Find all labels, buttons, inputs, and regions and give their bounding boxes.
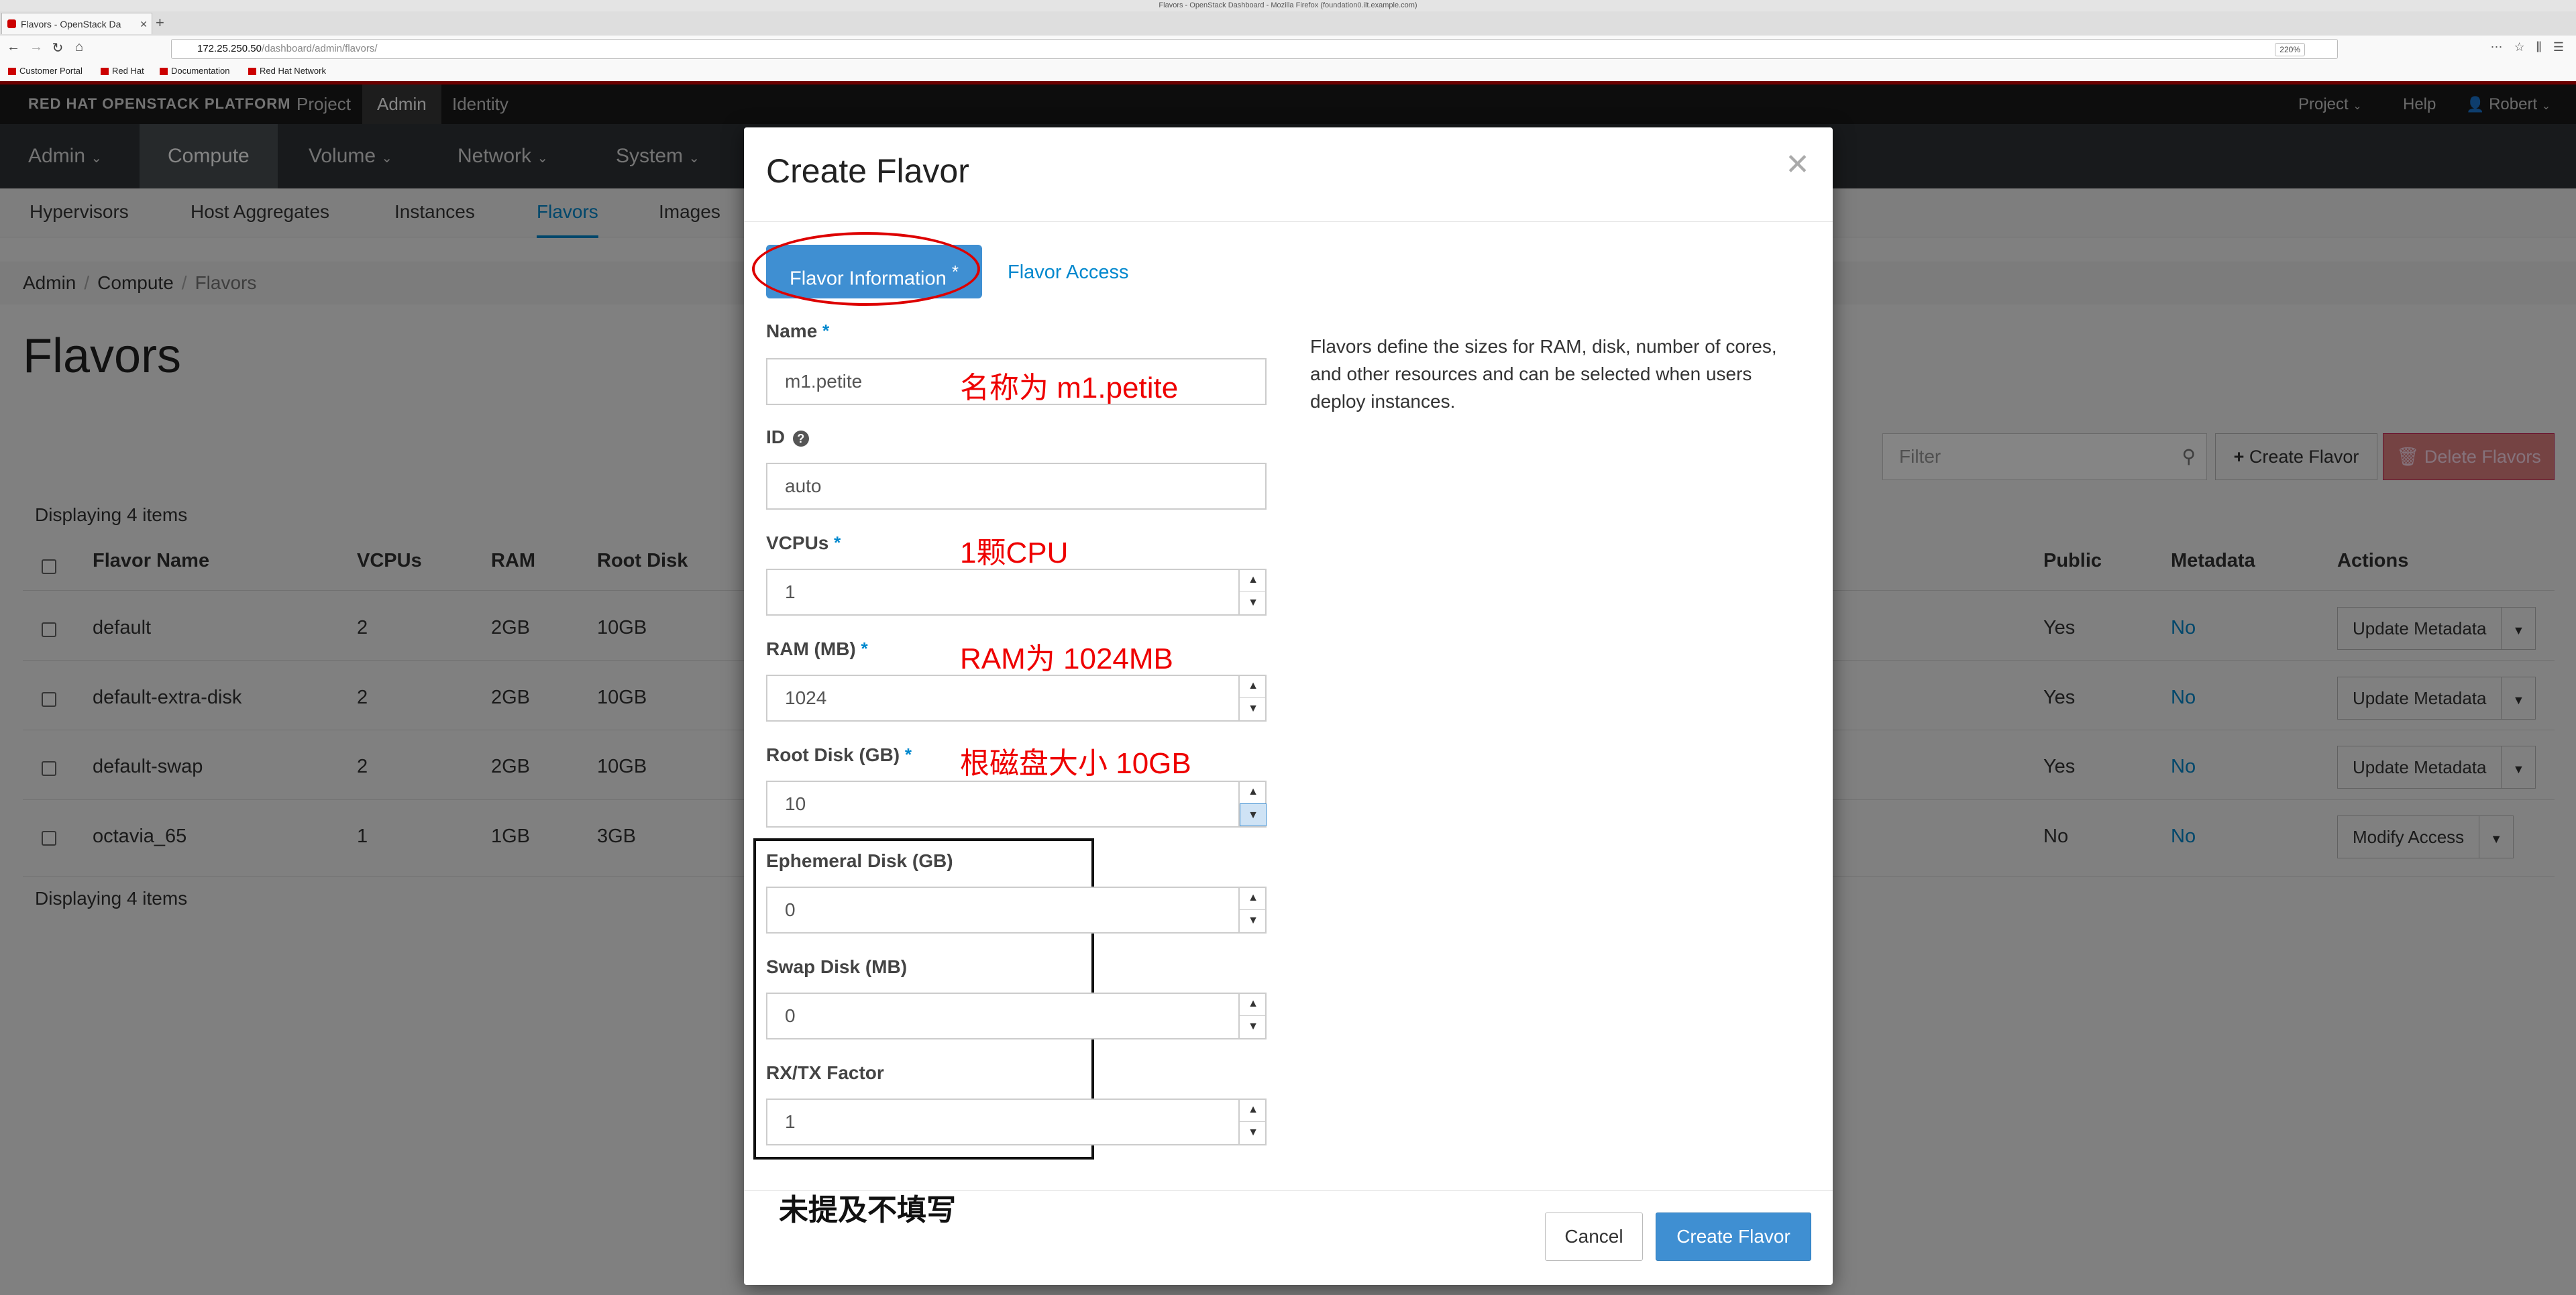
bookmark-icon xyxy=(101,68,109,76)
bookmark-customer-portal[interactable]: Customer Portal xyxy=(8,66,83,76)
forward-icon[interactable]: → xyxy=(27,40,46,55)
bookmark-icon xyxy=(160,68,168,76)
swap-disk-stepper[interactable]: ▲ ▼ xyxy=(1238,993,1267,1039)
root-disk-value: 10 xyxy=(785,793,806,814)
bookmarks-bar: Customer Portal Red Hat Documentation Re… xyxy=(0,62,2576,82)
root-disk-input[interactable]: 10 xyxy=(766,781,1267,828)
root-disk-label-text: Root Disk (GB) xyxy=(766,744,900,765)
required-marker: * xyxy=(822,321,830,341)
reload-icon[interactable]: ↻ xyxy=(48,40,67,56)
rxtx-factor-value: 1 xyxy=(785,1111,796,1132)
bookmark-label: Red Hat Network xyxy=(260,66,326,76)
flavor-description: Flavors define the sizes for RAM, disk, … xyxy=(1310,336,1777,412)
decrement-icon[interactable]: ▼ xyxy=(1240,697,1267,720)
bookmark-red-hat-network[interactable]: Red Hat Network xyxy=(248,66,326,76)
increment-icon[interactable]: ▲ xyxy=(1240,675,1267,698)
bookmark-label: Documentation xyxy=(171,66,230,76)
rxtx-factor-label: RX/TX Factor xyxy=(766,1062,884,1083)
window-titlebar: Flavors - OpenStack Dashboard - Mozilla … xyxy=(0,0,2576,12)
bookmark-red-hat[interactable]: Red Hat xyxy=(101,66,144,76)
ram-value: 1024 xyxy=(785,687,827,708)
increment-icon[interactable]: ▲ xyxy=(1240,993,1267,1016)
close-tab-icon[interactable]: ✕ xyxy=(140,13,148,34)
zoom-level[interactable]: 220% xyxy=(2275,43,2305,56)
dialog-header-divider xyxy=(744,221,1833,222)
required-marker: * xyxy=(904,744,912,765)
root-disk-label: Root Disk (GB) * xyxy=(766,744,912,766)
decrement-icon[interactable]: ▼ xyxy=(1240,909,1267,932)
url-bar[interactable]: 172.25.250.50/dashboard/admin/flavors/ 2… xyxy=(171,39,2338,59)
vcpus-input[interactable]: 1 xyxy=(766,569,1267,616)
dialog-title: Create Flavor xyxy=(766,152,969,190)
home-icon[interactable]: ⌂ xyxy=(70,40,89,55)
vcpus-value: 1 xyxy=(785,581,796,602)
id-value: auto xyxy=(785,475,822,496)
toolbar-icons[interactable]: ⋯ ☆ ⫼ ☰ xyxy=(2490,40,2568,54)
bookmark-icon xyxy=(8,68,16,76)
bookmark-label: Customer Portal xyxy=(19,66,83,76)
rxtx-factor-input[interactable]: 1 xyxy=(766,1099,1267,1145)
browser-tab-title: Flavors - OpenStack Da xyxy=(21,19,121,30)
increment-icon[interactable]: ▲ xyxy=(1240,781,1267,804)
bookmark-documentation[interactable]: Documentation xyxy=(160,66,229,76)
decrement-icon[interactable]: ▼ xyxy=(1240,803,1267,826)
browser-tabbar: Flavors - OpenStack Da ✕ + xyxy=(0,11,2576,36)
id-label-text: ID xyxy=(766,427,785,447)
window-title: Flavors - OpenStack Dashboard - Mozilla … xyxy=(1159,1,1417,9)
ephemeral-disk-stepper[interactable]: ▲ ▼ xyxy=(1238,887,1267,934)
url-path: /dashboard/admin/flavors/ xyxy=(261,43,378,54)
browser-tab[interactable]: Flavors - OpenStack Da ✕ xyxy=(1,13,152,34)
bookmark-icon xyxy=(248,68,256,76)
decrement-icon[interactable]: ▼ xyxy=(1240,1015,1267,1038)
annotation-vcpus: 1颗CPU xyxy=(960,537,1069,569)
browser-navbar: ← → ↻ ⌂ 172.25.250.50/dashboard/admin/fl… xyxy=(0,36,2576,63)
increment-icon[interactable]: ▲ xyxy=(1240,569,1267,592)
swap-disk-label: Swap Disk (MB) xyxy=(766,956,908,977)
increment-icon[interactable]: ▲ xyxy=(1240,1099,1267,1122)
ephemeral-disk-input[interactable]: 0 xyxy=(766,887,1267,934)
submit-create-flavor-button[interactable]: Create Flavor xyxy=(1656,1213,1811,1261)
create-flavor-dialog: Create Flavor ✕ Flavor Information * Fla… xyxy=(744,127,1833,1285)
id-input[interactable]: auto xyxy=(766,463,1267,510)
dialog-footer-divider xyxy=(744,1190,1833,1191)
vcpus-label-text: VCPUs xyxy=(766,532,829,553)
new-tab-icon[interactable]: + xyxy=(156,14,164,32)
annotation-root-disk: 根磁盘大小 10GB xyxy=(960,747,1191,780)
annotation-name: 名称为 m1.petite xyxy=(960,372,1179,404)
close-icon[interactable]: ✕ xyxy=(1785,148,1810,182)
root-disk-stepper[interactable]: ▲ ▼ xyxy=(1238,781,1267,828)
required-marker: * xyxy=(834,532,841,553)
name-value: m1.petite xyxy=(785,371,863,392)
ram-input[interactable]: 1024 xyxy=(766,675,1267,722)
ram-label: RAM (MB) * xyxy=(766,638,868,660)
annotation-unmentioned: 未提及不填写 xyxy=(779,1194,956,1227)
rxtx-factor-stepper[interactable]: ▲ ▼ xyxy=(1238,1099,1267,1145)
decrement-icon[interactable]: ▼ xyxy=(1240,1121,1267,1144)
help-icon[interactable]: ? xyxy=(792,430,809,447)
name-label: Name * xyxy=(766,321,829,342)
increment-icon[interactable]: ▲ xyxy=(1240,887,1267,910)
bookmark-label: Red Hat xyxy=(112,66,144,76)
annotation-ellipse xyxy=(752,232,980,306)
ram-label-text: RAM (MB) xyxy=(766,638,856,659)
vcpus-label: VCPUs * xyxy=(766,532,841,554)
favicon-icon xyxy=(7,19,16,28)
ram-stepper[interactable]: ▲ ▼ xyxy=(1238,675,1267,722)
cancel-button[interactable]: Cancel xyxy=(1545,1213,1643,1261)
id-label: ID ? xyxy=(766,427,809,448)
decrement-icon[interactable]: ▼ xyxy=(1240,592,1267,614)
swap-disk-input[interactable]: 0 xyxy=(766,993,1267,1039)
ephemeral-disk-label: Ephemeral Disk (GB) xyxy=(766,850,953,871)
url-host: 172.25.250.50 xyxy=(197,43,262,54)
name-label-text: Name xyxy=(766,321,818,341)
ephemeral-disk-value: 0 xyxy=(785,899,796,920)
swap-disk-value: 0 xyxy=(785,1005,796,1026)
back-icon[interactable]: ← xyxy=(4,40,23,55)
annotation-ram: RAM为 1024MB xyxy=(960,642,1173,675)
tab-flavor-access[interactable]: Flavor Access xyxy=(1008,262,1129,284)
required-marker: * xyxy=(861,638,868,659)
vcpus-stepper[interactable]: ▲ ▼ xyxy=(1238,569,1267,616)
